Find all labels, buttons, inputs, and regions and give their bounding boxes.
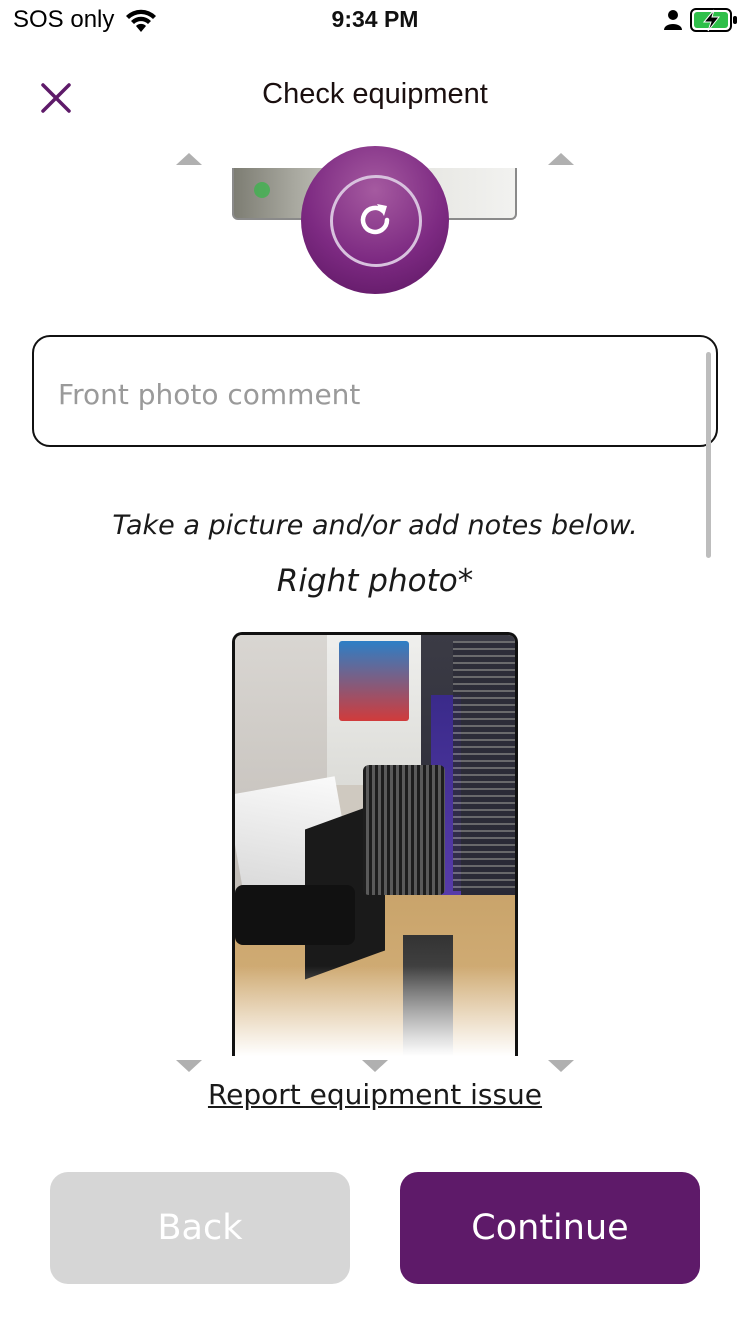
photo-detail: [254, 182, 270, 198]
instruction-text: Take a picture and/or add notes below.: [112, 510, 638, 541]
scroll-up-arrow-icon[interactable]: [548, 153, 574, 165]
continue-button[interactable]: Continue: [400, 1172, 700, 1284]
photo-detail: [363, 765, 445, 895]
front-photo-comment-input[interactable]: [56, 367, 680, 421]
right-photo-label: Right photo*: [276, 563, 474, 599]
front-photo-comment-field[interactable]: [32, 335, 718, 447]
scroll-down-arrow-icon[interactable]: [176, 1060, 202, 1072]
right-photo-image[interactable]: [232, 632, 518, 1056]
status-time: 9:34 PM: [331, 6, 419, 32]
photo-detail: [453, 641, 515, 891]
photo-detail: [339, 641, 409, 721]
report-equipment-issue-link[interactable]: Report equipment issue: [0, 1078, 750, 1111]
scroll-down-arrow-icon[interactable]: [362, 1060, 388, 1072]
status-bar: SOS only 9:34 PM: [0, 0, 750, 44]
photo-fade: [235, 966, 515, 1056]
battery-charging-icon: [690, 8, 737, 32]
back-button[interactable]: Back: [50, 1172, 350, 1284]
page-title: Check equipment: [262, 78, 488, 110]
retake-photo-button[interactable]: [301, 146, 449, 294]
photo-detail: [235, 885, 355, 945]
scroll-down-arrow-icon[interactable]: [548, 1060, 574, 1072]
scroll-up-arrow-icon[interactable]: [176, 153, 202, 165]
person-icon: [664, 10, 682, 30]
refresh-icon: [360, 204, 390, 235]
